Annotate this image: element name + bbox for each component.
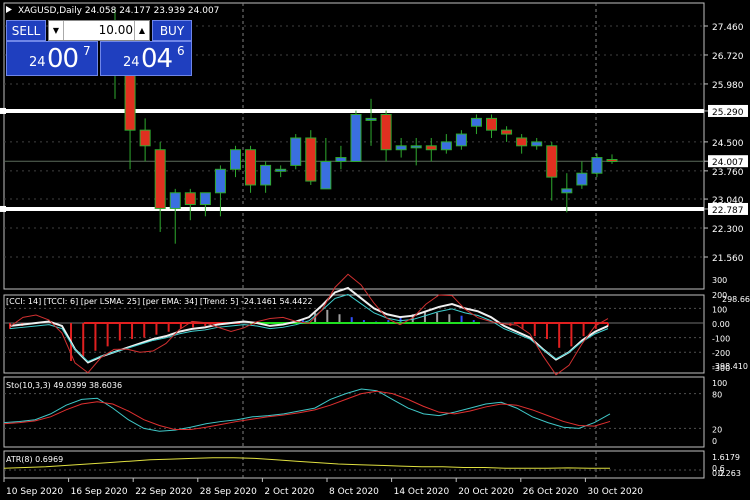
cci-top-label: 298.6612 — [722, 295, 750, 304]
cci-tick: 0.00 — [712, 320, 730, 329]
atr-tick: 0.263 — [718, 469, 741, 478]
candle-bear — [305, 137, 317, 182]
buy-price-fraction: 6 — [177, 44, 185, 58]
candle-bear — [154, 149, 166, 209]
candle-bull — [365, 117, 377, 121]
sto-tick: 20 — [712, 425, 722, 434]
lot-increase-icon[interactable]: ▲ — [134, 21, 149, 40]
time-label: 28 Sep 2020 — [200, 487, 257, 497]
sto-title: Sto(10,3,3) 49.0399 38.6036 — [6, 381, 122, 390]
time-label: 2 Oct 2020 — [264, 487, 314, 497]
candle-bull — [561, 188, 573, 194]
cci-tick: 100 — [712, 305, 727, 314]
price-label: 24.500 — [712, 139, 744, 149]
candle-bull — [169, 192, 181, 209]
symbol-info: XAGUSD,Daily 24.058 24.177 23.939 24.007 — [18, 6, 219, 16]
candle-bull — [214, 168, 226, 194]
candle-bull — [335, 157, 347, 162]
price-label: 23.760 — [712, 168, 744, 178]
price-label: 25.980 — [712, 81, 744, 91]
candle-bear — [184, 192, 196, 206]
candle-bull — [470, 117, 482, 127]
cci-title: [CCI: 14] [TCCI: 6] [per LSMA: 25] [per … — [6, 297, 313, 306]
candle-bull — [290, 137, 302, 166]
candle-bull — [260, 164, 272, 186]
sell-button[interactable]: SELL — [6, 20, 46, 41]
atr-line — [3, 457, 610, 469]
candle-bear — [486, 117, 498, 131]
time-label: 16 Sep 2020 — [71, 487, 128, 497]
panel-frame-1 — [3, 294, 705, 374]
atr-title: ATR(8) 0.6969 — [6, 455, 63, 464]
time-label: 20 Oct 2020 — [458, 487, 514, 497]
sell-price-pips: 00 — [47, 44, 79, 74]
time-label: 14 Oct 2020 — [394, 487, 450, 497]
candle-bear — [245, 149, 257, 186]
buy-price-box[interactable]: 24 04 6 — [100, 41, 192, 76]
lot-size-value[interactable]: 10.00 — [65, 23, 133, 37]
sell-price-box[interactable]: 24 00 7 — [6, 41, 98, 76]
candle-bear — [606, 159, 618, 163]
sell-price-prefix: 24 — [29, 55, 46, 70]
sto-tick: 80 — [712, 391, 722, 400]
time-label: 30 Oct 2020 — [587, 487, 643, 497]
candle-bull — [591, 157, 603, 174]
price-label: 22.300 — [712, 225, 744, 235]
cci-tick: 300 — [712, 276, 727, 285]
buy-price-pips: 04 — [141, 44, 173, 74]
candle-bull — [350, 113, 362, 162]
candle-bull — [395, 145, 407, 151]
buy-button[interactable]: BUY — [152, 20, 192, 41]
resistance-handle — [0, 107, 6, 114]
candle-bear — [380, 113, 392, 151]
price-label-highlight: 25.290 — [712, 108, 744, 118]
price-label-highlight: 22.787 — [712, 206, 744, 216]
candle-bull — [531, 141, 543, 147]
candle-bear — [124, 74, 136, 131]
time-label: 22 Sep 2020 — [135, 487, 192, 497]
candle-bull — [576, 172, 588, 186]
candle-bear — [139, 129, 151, 147]
lot-decrease-icon[interactable]: ▼ — [49, 21, 64, 40]
sto-main-line — [3, 388, 611, 432]
cci-tick: -100 — [712, 335, 730, 344]
cci-tick: -200 — [712, 349, 730, 358]
lot-size-field[interactable]: ▼ 10.00 ▲ — [48, 20, 150, 41]
time-label: 10 Sep 2020 — [6, 487, 63, 497]
one-click-trading-panel: SELL ▼ 10.00 ▲ BUY 24 00 7 24 04 6 — [6, 20, 192, 76]
sto-tick: 0 — [712, 437, 717, 446]
candle-bear — [516, 137, 528, 147]
price-label: 26.720 — [712, 52, 744, 62]
price-label-highlight: 24.007 — [712, 158, 744, 168]
symbol-arrow-icon — [6, 6, 12, 13]
buy-price-prefix: 24 — [123, 55, 140, 70]
candle-bull — [199, 192, 211, 206]
sto-signal-line — [3, 390, 611, 431]
atr-tick: 1.6179 — [712, 453, 740, 462]
candle-bull — [440, 141, 452, 151]
candle-bear — [546, 145, 558, 178]
support-handle — [0, 205, 6, 212]
price-label: 27.460 — [712, 23, 744, 33]
price-label: 21.560 — [712, 254, 744, 264]
candle-bull — [320, 160, 332, 190]
candle-bull — [275, 168, 287, 172]
candle-bull — [229, 149, 241, 170]
candle-bull — [455, 133, 467, 147]
time-label: 8 Oct 2020 — [329, 487, 379, 497]
sto-tick: 100 — [712, 379, 727, 388]
cci-bottom-label: -398.410 — [712, 362, 748, 371]
candle-bear — [501, 129, 513, 135]
candle-bear — [425, 145, 437, 151]
time-label: 26 Oct 2020 — [523, 487, 579, 497]
candle-bull — [410, 145, 422, 149]
sell-price-fraction: 7 — [83, 44, 91, 58]
